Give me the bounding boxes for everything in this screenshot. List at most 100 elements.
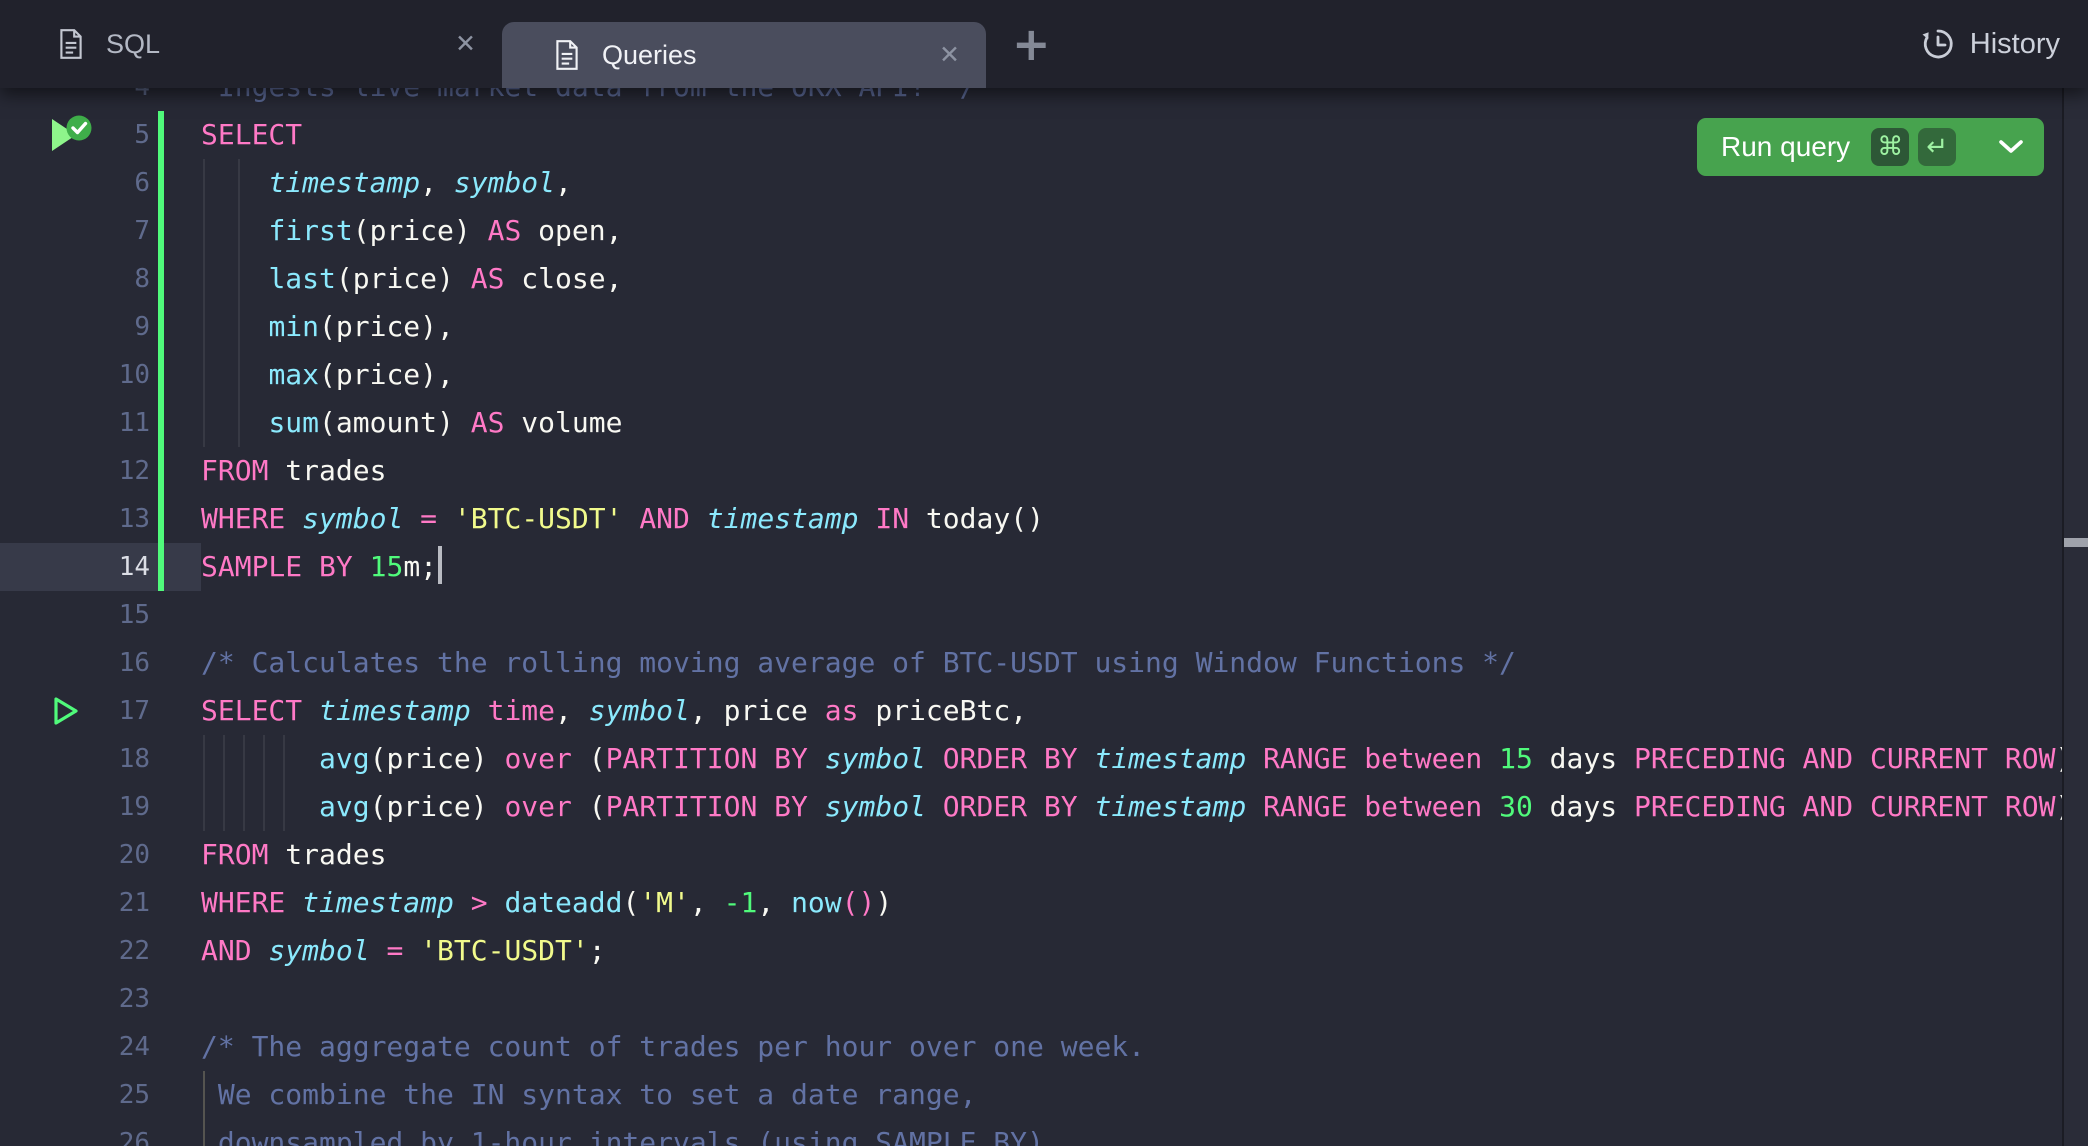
- code-token: [353, 550, 370, 583]
- code-line-22[interactable]: 22AND symbol = 'BTC-USDT';: [0, 927, 2060, 975]
- code-line-9[interactable]: 9 min(price),: [0, 303, 2060, 351]
- code-line-14[interactable]: 14SAMPLE BY 15m;: [0, 543, 2060, 591]
- code-line-12[interactable]: 12FROM trades: [0, 447, 2060, 495]
- code-line-18[interactable]: 18 avg(price) over (PARTITION BY symbol …: [0, 735, 2060, 783]
- code-token: (amount): [319, 406, 471, 439]
- history-clock-icon: [1920, 26, 1956, 62]
- code-line-text: SELECT: [201, 111, 302, 159]
- tab-label: SQL: [106, 29, 160, 60]
- close-icon[interactable]: ✕: [455, 32, 476, 57]
- code-line-25[interactable]: 25 We combine the IN syntax to set a dat…: [0, 1071, 2060, 1119]
- code-line-text: FROM trades: [201, 831, 386, 879]
- code-token: [403, 502, 420, 535]
- code-token: AS: [471, 262, 505, 295]
- code-line-7[interactable]: 7 first(price) AS open,: [0, 207, 2060, 255]
- history-button[interactable]: History: [1920, 0, 2088, 88]
- code-token: symbol: [825, 742, 926, 775]
- code-token: between: [1364, 742, 1482, 775]
- scrollbar-track[interactable]: [2062, 88, 2088, 1146]
- tab-queries[interactable]: Queries ✕: [502, 22, 986, 88]
- code-token: [454, 886, 471, 919]
- code-token: Ingests live market data from the OKX AP…: [201, 88, 976, 103]
- code-line-16[interactable]: 16/* Calculates the rolling moving avera…: [0, 639, 2060, 687]
- code-token: ,: [757, 886, 791, 919]
- code-token: BY: [319, 550, 353, 583]
- code-token: last: [268, 262, 335, 295]
- code-token: [1078, 790, 1095, 823]
- code-token: AND: [201, 934, 252, 967]
- code-token: PARTITION BY: [606, 790, 808, 823]
- code-line-text: WHERE timestamp > dateadd('M', -1, now()…: [201, 879, 892, 927]
- code-token: m;: [403, 550, 437, 583]
- line-number: 20: [0, 831, 150, 879]
- document-icon: [58, 28, 84, 60]
- code-token: [201, 790, 319, 823]
- code-line-13[interactable]: 13WHERE symbol = 'BTC-USDT' AND timestam…: [0, 495, 2060, 543]
- code-line-11[interactable]: 11 sum(amount) AS volume: [0, 399, 2060, 447]
- code-line-19[interactable]: 19 avg(price) over (PARTITION BY symbol …: [0, 783, 2060, 831]
- enter-key-badge: ↵: [1918, 128, 1956, 166]
- code-token: over: [504, 790, 571, 823]
- line-number: 23: [0, 975, 150, 1023]
- code-token: 15: [1499, 742, 1533, 775]
- document-icon: [554, 39, 580, 71]
- code-line-17[interactable]: 17SELECT timestamp time, symbol, price a…: [0, 687, 2060, 735]
- code-token: symbol: [589, 694, 690, 727]
- new-tab-button[interactable]: +: [986, 0, 1051, 88]
- code-token: /* Calculates the rolling moving average…: [201, 646, 1516, 679]
- code-token: FROM: [201, 838, 268, 871]
- code-token: PRECEDING AND CURRENT ROW: [1634, 742, 2055, 775]
- code-token: [1482, 742, 1499, 775]
- code-token: avg: [319, 790, 370, 823]
- code-token: AS: [488, 214, 522, 247]
- close-icon[interactable]: ✕: [939, 43, 960, 68]
- code-line-23[interactable]: 23: [0, 975, 2060, 1023]
- code-line-24[interactable]: 24/* The aggregate count of trades per h…: [0, 1023, 2060, 1071]
- code-line-8[interactable]: 8 last(price) AS close,: [0, 255, 2060, 303]
- line-number: 18: [0, 735, 150, 783]
- scrollbar-thumb[interactable]: [2064, 538, 2088, 547]
- code-token: [403, 934, 420, 967]
- run-success-check-icon[interactable]: [48, 115, 98, 162]
- code-token: 'M': [639, 886, 690, 919]
- code-line-26[interactable]: 26 downsampled by 1-hour intervals (usin…: [0, 1119, 2060, 1146]
- code-token: days: [1533, 742, 1634, 775]
- run-play-outline-icon[interactable]: [52, 695, 82, 732]
- code-token: timestamp: [1095, 790, 1247, 823]
- code-line-text: Ingests live market data from the OKX AP…: [201, 88, 976, 111]
- code-editor[interactable]: 4 Ingests live market data from the OKX …: [0, 88, 2062, 1146]
- line-number: 26: [0, 1119, 150, 1146]
- sql-console-window: SQL ✕ Queries ✕ + History Run query ⌘ ↵: [0, 0, 2088, 1146]
- run-query-button[interactable]: Run query ⌘ ↵: [1697, 118, 2044, 176]
- run-query-label: Run query: [1721, 131, 1850, 163]
- code-token: ;: [589, 934, 606, 967]
- code-token: avg: [319, 742, 370, 775]
- code-token: days: [1533, 790, 1634, 823]
- code-token: [488, 886, 505, 919]
- chevron-down-icon[interactable]: [1998, 139, 2024, 155]
- code-line-20[interactable]: 20 FROM trades: [0, 831, 2060, 879]
- code-line-15[interactable]: 15: [0, 591, 2060, 639]
- code-token: [926, 790, 943, 823]
- code-token: RANGE: [1263, 742, 1347, 775]
- code-token: min: [268, 310, 319, 343]
- code-token: (: [572, 742, 606, 775]
- code-token: timestamp: [1095, 742, 1247, 775]
- code-line-4[interactable]: 4 Ingests live market data from the OKX …: [0, 88, 2060, 111]
- code-line-21[interactable]: 21WHERE timestamp > dateadd('M', -1, now…: [0, 879, 2060, 927]
- line-number: 8: [0, 255, 150, 303]
- code-token: [201, 166, 268, 199]
- code-token: 15: [370, 550, 404, 583]
- code-line-10[interactable]: 10 max(price),: [0, 351, 2060, 399]
- tab-sql[interactable]: SQL ✕: [0, 0, 502, 88]
- line-number: 22: [0, 927, 150, 975]
- code-line-text: WHERE symbol = 'BTC-USDT' AND timestamp …: [201, 495, 1044, 543]
- code-token: [285, 502, 302, 535]
- code-lines-container: 4 Ingests live market data from the OKX …: [0, 88, 2062, 1146]
- code-token: [201, 310, 268, 343]
- line-number: 15: [0, 591, 150, 639]
- history-label: History: [1970, 28, 2060, 61]
- code-line-text: sum(amount) AS volume: [201, 399, 622, 447]
- code-token: over: [504, 742, 571, 775]
- code-token: SAMPLE: [201, 550, 302, 583]
